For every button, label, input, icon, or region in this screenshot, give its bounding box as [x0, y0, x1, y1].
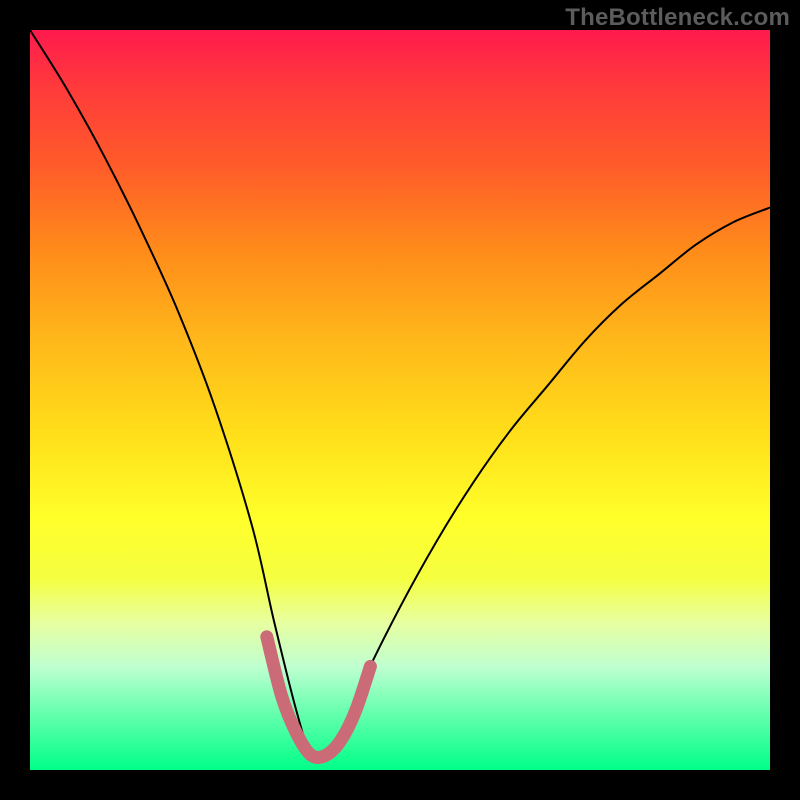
bottleneck-curve — [30, 30, 770, 759]
chart-svg — [30, 30, 770, 770]
plot-area — [30, 30, 770, 770]
watermark-text: TheBottleneck.com — [565, 4, 790, 32]
chart-frame: TheBottleneck.com — [0, 0, 800, 800]
